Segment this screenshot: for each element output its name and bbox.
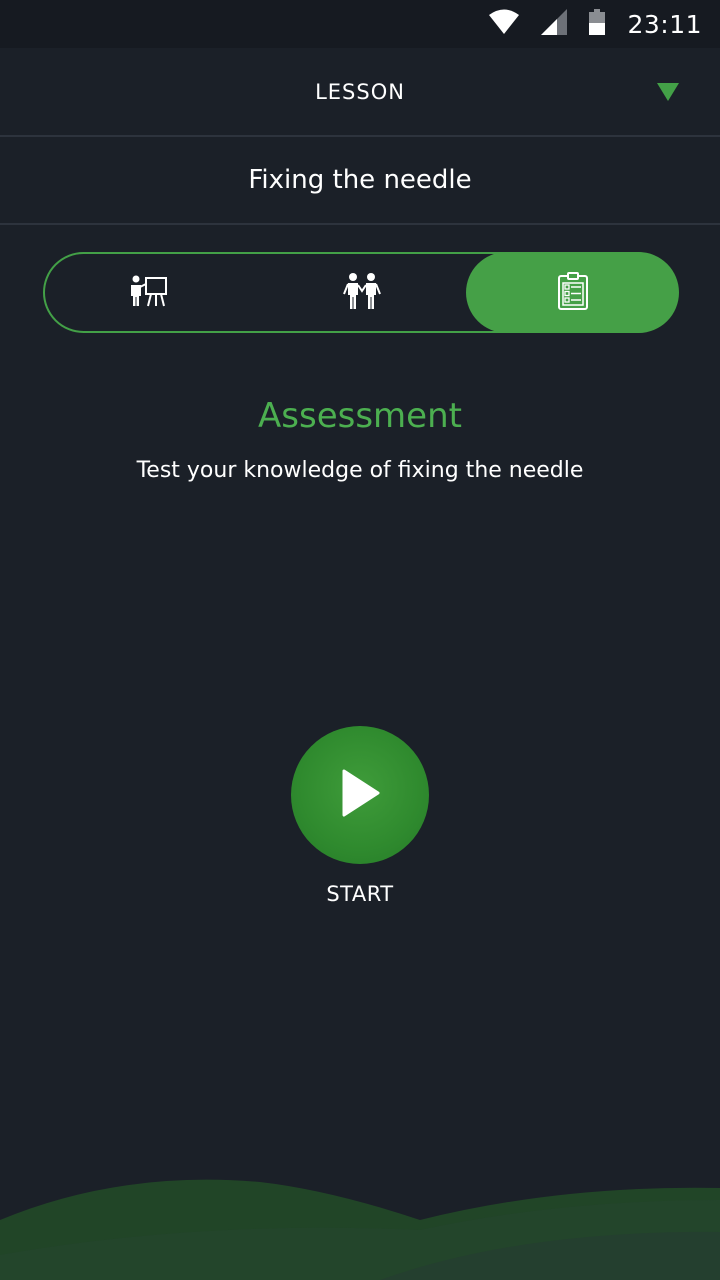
background-hills (0, 1179, 720, 1280)
lesson-name-bar: Fixing the needle (0, 137, 720, 225)
lesson-name: Fixing the needle (248, 165, 472, 195)
battery-icon (589, 9, 606, 39)
tab-presentation[interactable] (43, 252, 254, 333)
status-time: 23:11 (627, 9, 702, 39)
start-label: START (326, 882, 394, 906)
start-button[interactable] (291, 726, 429, 864)
two-people-icon (342, 272, 381, 314)
lesson-header: LESSON (0, 48, 720, 137)
tab-assessment[interactable] (466, 252, 679, 333)
status-bar: 23:11 (0, 0, 720, 48)
section-subtitle: Test your knowledge of fixing the needle (136, 458, 584, 483)
triangle-down-icon[interactable] (656, 82, 680, 102)
wifi-icon (489, 9, 520, 39)
cellular-signal-icon (541, 9, 568, 39)
section-title: Assessment (258, 396, 462, 436)
lesson-mode-tabs (43, 252, 679, 333)
play-icon (338, 769, 382, 821)
tab-practice[interactable] (256, 252, 467, 333)
presenter-board-icon (129, 274, 169, 312)
header-title: LESSON (315, 79, 405, 104)
clipboard-checklist-icon (557, 271, 588, 314)
